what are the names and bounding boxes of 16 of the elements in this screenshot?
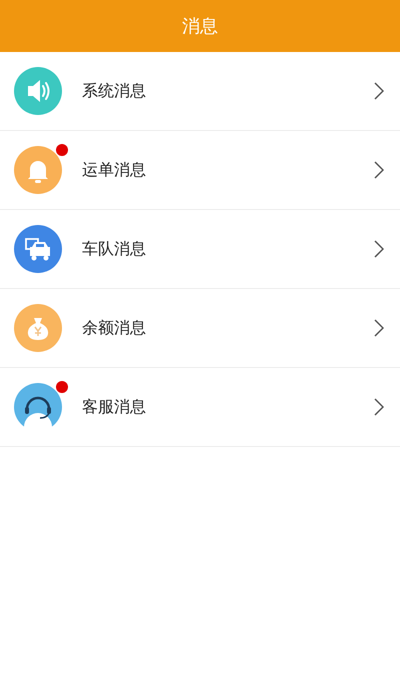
chevron-right-icon (374, 82, 384, 100)
chevron-right-icon (374, 161, 384, 179)
message-category-row[interactable]: 系统消息 (0, 52, 400, 131)
category-label: 运单消息 (82, 160, 147, 180)
category-label: 系统消息 (82, 80, 147, 102)
message-category-row[interactable]: 余额消息 (0, 289, 400, 368)
category-label: 车队消息 (82, 238, 147, 260)
category-label: 余额消息 (82, 318, 147, 338)
message-category-row[interactable]: 客服消息 (0, 368, 400, 447)
category-label: 客服消息 (82, 396, 147, 418)
message-category-row[interactable]: 运单消息 (0, 131, 400, 210)
chevron-right-icon (374, 398, 384, 416)
page-title: 消息 (182, 15, 218, 38)
message-category-row[interactable]: 车队消息 (0, 210, 400, 289)
chevron-right-icon (374, 319, 384, 337)
chevron-right-icon (374, 240, 384, 258)
